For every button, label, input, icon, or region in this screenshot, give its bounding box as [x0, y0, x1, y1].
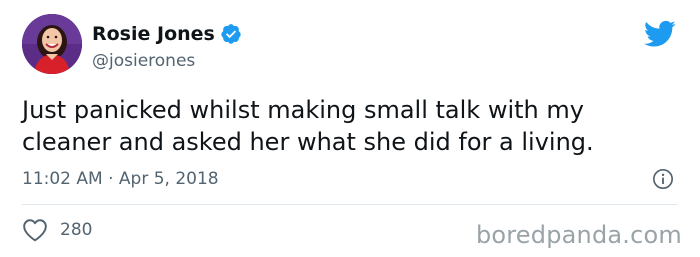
verified-badge-icon [221, 24, 241, 44]
tweet-card: Rosie Jones @josierones Just panicked wh… [0, 0, 700, 257]
tweet-text: Just panicked whilst making small talk w… [22, 94, 682, 158]
tweet-text-line: cleaner and asked her what she did for a… [22, 128, 594, 156]
watermark: boredpanda.com [475, 221, 682, 249]
tweet-text-line: Just panicked whilst making small talk w… [22, 96, 584, 124]
like-button[interactable]: 280 [22, 218, 92, 242]
avatar[interactable] [22, 14, 82, 74]
divider [22, 204, 678, 205]
author-handle[interactable]: @josierones [92, 50, 195, 72]
display-name[interactable]: Rosie Jones [92, 22, 215, 46]
tweet-timestamp[interactable]: 11:02 AM · Apr 5, 2018 [22, 168, 219, 190]
avatar-image [22, 14, 82, 74]
heart-icon [23, 219, 47, 242]
info-icon[interactable] [652, 168, 674, 190]
like-count: 280 [60, 220, 93, 240]
author-name-row: Rosie Jones [92, 22, 242, 46]
twitter-bird-icon[interactable] [644, 20, 676, 48]
